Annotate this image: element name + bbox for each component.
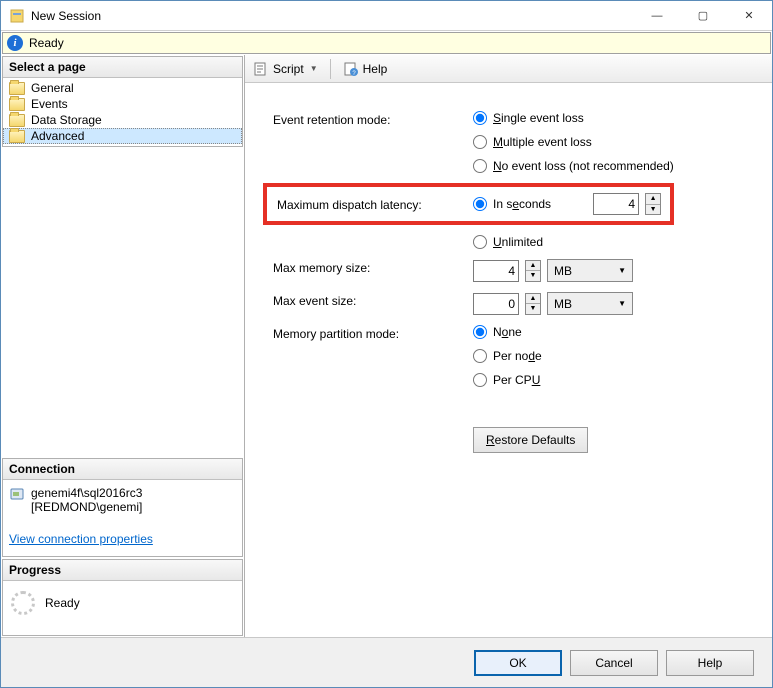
- partition-none[interactable]: None: [473, 325, 754, 339]
- max-evt-unit-select[interactable]: MB ▼: [547, 292, 633, 315]
- sidebar: Select a page General Events Data Storag…: [1, 55, 245, 637]
- status-text: Ready: [29, 36, 64, 50]
- dispatch-seconds-radio[interactable]: [473, 197, 487, 211]
- info-icon: i: [7, 35, 23, 51]
- retention-none[interactable]: No event loss (not recommended): [473, 159, 754, 173]
- dispatch-unlimited[interactable]: Unlimited: [473, 235, 754, 249]
- dialog-footer: OK Cancel Help: [1, 637, 772, 687]
- retention-none-radio[interactable]: [473, 159, 487, 173]
- max-mem-row: ▲▼ MB ▼: [473, 259, 754, 282]
- spin-down-icon[interactable]: ▼: [526, 304, 540, 314]
- window-title: New Session: [31, 9, 634, 23]
- max-mem-spinner[interactable]: ▲▼: [525, 260, 541, 282]
- form-area: Event retention mode: Single event loss …: [245, 83, 772, 463]
- main-panel: Script ▼ ? Help Event retention mode: Si…: [245, 55, 772, 637]
- spin-down-icon[interactable]: ▼: [526, 271, 540, 281]
- help-icon: ?: [343, 61, 359, 77]
- help-label: Help: [363, 62, 388, 76]
- max-evt-spinner[interactable]: ▲▼: [525, 293, 541, 315]
- cancel-button[interactable]: Cancel: [570, 650, 658, 676]
- progress-text: Ready: [45, 596, 80, 610]
- window-buttons: — ▢ ✕: [634, 1, 772, 31]
- dispatch-seconds-label: In seconds: [493, 197, 551, 211]
- max-evt-label: Max event size:: [273, 292, 473, 308]
- folder-icon: [9, 98, 25, 111]
- sidebar-header: Select a page: [3, 57, 242, 78]
- folder-icon: [9, 130, 25, 143]
- folder-icon: [9, 114, 25, 127]
- help-button[interactable]: Help: [666, 650, 754, 676]
- partition-per-cpu[interactable]: Per CPU: [473, 373, 754, 387]
- retention-single[interactable]: Single event loss: [473, 111, 754, 125]
- sidebar-item-label: Data Storage: [31, 113, 102, 127]
- help-toolbar-button[interactable]: ? Help: [339, 59, 392, 79]
- max-mem-unit-select[interactable]: MB ▼: [547, 259, 633, 282]
- partition-label: Memory partition mode:: [273, 325, 473, 341]
- partition-none-radio[interactable]: [473, 325, 487, 339]
- chevron-down-icon: ▼: [310, 64, 318, 73]
- partition-per-node-radio[interactable]: [473, 349, 487, 363]
- script-button[interactable]: Script ▼: [249, 59, 322, 79]
- app-icon: [9, 8, 25, 24]
- view-connection-properties-link[interactable]: View connection properties: [3, 524, 159, 556]
- partition-group: None Per node Per CPU: [473, 325, 754, 387]
- retention-single-radio[interactable]: [473, 111, 487, 125]
- partition-per-cpu-radio[interactable]: [473, 373, 487, 387]
- dispatch-spinner[interactable]: ▲▼: [645, 193, 661, 215]
- dispatch-seconds-input[interactable]: [593, 193, 639, 215]
- spin-up-icon[interactable]: ▲: [646, 194, 660, 205]
- max-mem-label: Max memory size:: [273, 259, 473, 275]
- retention-label: Event retention mode:: [273, 111, 473, 127]
- sidebar-item-general[interactable]: General: [3, 80, 242, 96]
- sidebar-item-label: General: [31, 81, 74, 95]
- spin-up-icon[interactable]: ▲: [526, 261, 540, 272]
- page-list: General Events Data Storage Advanced: [3, 78, 242, 146]
- spin-up-icon[interactable]: ▲: [526, 294, 540, 305]
- partition-per-node[interactable]: Per node: [473, 349, 754, 363]
- ok-button[interactable]: OK: [474, 650, 562, 676]
- toolbar-separator: [330, 59, 331, 79]
- status-bar: i Ready: [2, 32, 771, 54]
- spin-down-icon[interactable]: ▼: [646, 205, 660, 215]
- chevron-down-icon: ▼: [618, 299, 626, 308]
- max-evt-row: ▲▼ MB ▼: [473, 292, 754, 315]
- retention-multiple[interactable]: Multiple event loss: [473, 135, 754, 149]
- retention-multiple-radio[interactable]: [473, 135, 487, 149]
- maximize-button[interactable]: ▢: [680, 1, 726, 31]
- dispatch-highlight: Maximum dispatch latency: In seconds ▲▼: [263, 183, 674, 225]
- server-icon: [9, 486, 25, 502]
- dispatch-unlimited-radio[interactable]: [473, 235, 487, 249]
- dispatch-label: Maximum dispatch latency:: [273, 196, 473, 212]
- retention-group: Single event loss Multiple event loss No…: [473, 111, 754, 173]
- max-evt-input[interactable]: [473, 293, 519, 315]
- max-mem-input[interactable]: [473, 260, 519, 282]
- connection-header: Connection: [3, 459, 242, 480]
- sidebar-item-events[interactable]: Events: [3, 96, 242, 112]
- minimize-button[interactable]: —: [634, 1, 680, 31]
- title-bar: New Session — ▢ ✕: [1, 1, 772, 31]
- close-button[interactable]: ✕: [726, 1, 772, 31]
- chevron-down-icon: ▼: [618, 266, 626, 275]
- sidebar-item-label: Advanced: [31, 129, 84, 143]
- connection-user: [REDMOND\genemi]: [31, 500, 142, 514]
- folder-icon: [9, 82, 25, 95]
- toolbar: Script ▼ ? Help: [245, 55, 772, 83]
- sidebar-item-label: Events: [31, 97, 68, 111]
- progress-spinner-icon: [11, 591, 35, 615]
- sidebar-item-data-storage[interactable]: Data Storage: [3, 112, 242, 128]
- script-icon: [253, 61, 269, 77]
- connection-server: genemi4f\sql2016rc3: [31, 486, 142, 500]
- dispatch-seconds-row: In seconds ▲▼: [473, 193, 664, 215]
- restore-defaults-button[interactable]: Restore Defaults: [473, 427, 588, 453]
- script-label: Script: [273, 62, 304, 76]
- sidebar-item-advanced[interactable]: Advanced: [3, 128, 242, 144]
- progress-header: Progress: [3, 560, 242, 581]
